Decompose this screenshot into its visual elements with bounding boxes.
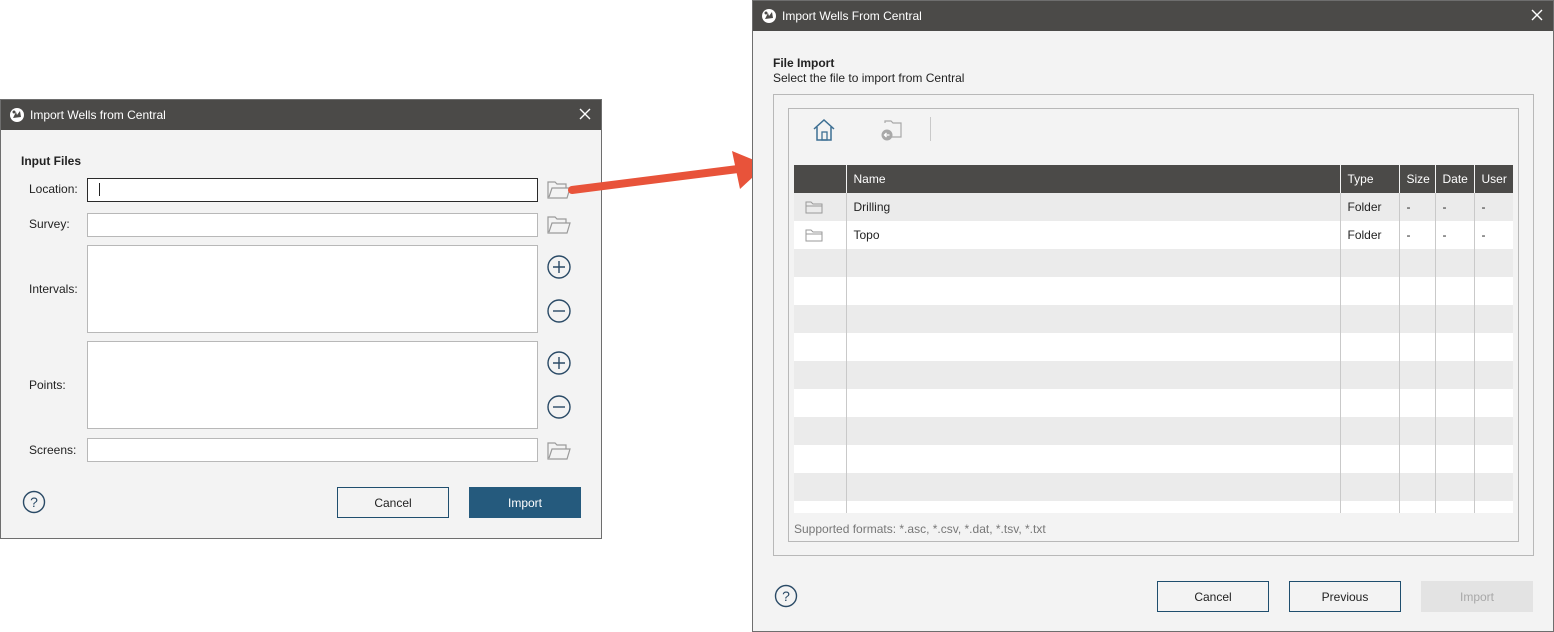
home-icon[interactable] — [811, 117, 837, 143]
survey-label: Survey: — [29, 217, 70, 231]
location-input[interactable] — [87, 178, 538, 202]
row-size: - — [1398, 193, 1435, 221]
empty-row — [794, 417, 1513, 445]
table-row[interactable]: Drilling Folder - - - — [794, 193, 1513, 221]
empty-row — [794, 501, 1513, 513]
section-subtitle: Select the file to import from Central — [773, 71, 965, 85]
file-table: Name Type Size Date User Drilling Folder… — [794, 165, 1513, 513]
empty-row — [794, 333, 1513, 361]
points-list[interactable] — [87, 341, 538, 429]
location-label: Location: — [29, 182, 78, 196]
file-browser-panel: Name Type Size Date User Drilling Folder… — [773, 94, 1534, 556]
row-name: Drilling — [845, 193, 1340, 221]
column-header-user[interactable]: User — [1473, 165, 1513, 193]
app-logo-icon — [9, 107, 25, 123]
table-header: Name Type Size Date User — [794, 165, 1513, 193]
dialog-title: Import Wells from Central — [30, 108, 166, 122]
row-user: - — [1473, 221, 1513, 249]
close-icon[interactable] — [1529, 7, 1545, 23]
app-logo-icon — [761, 8, 777, 24]
add-points-icon[interactable] — [546, 350, 572, 376]
row-name: Topo — [845, 221, 1340, 249]
close-icon[interactable] — [577, 106, 593, 122]
import-wells-dialog-left: Import Wells from Central Input Files Lo… — [0, 99, 602, 539]
points-label: Points: — [29, 378, 66, 392]
row-date: - — [1434, 221, 1474, 249]
remove-intervals-icon[interactable] — [546, 298, 572, 324]
empty-row — [794, 277, 1513, 305]
survey-input[interactable] — [87, 213, 538, 237]
title-bar: Import Wells from Central — [1, 100, 601, 130]
browse-folder-icon[interactable] — [546, 441, 572, 461]
supported-formats-text: Supported formats: *.asc, *.csv, *.dat, … — [794, 522, 1046, 536]
file-browser: Name Type Size Date User Drilling Folder… — [788, 108, 1519, 542]
section-title: File Import — [773, 56, 835, 70]
table-row[interactable]: Topo Folder - - - — [794, 221, 1513, 249]
cancel-button[interactable]: Cancel — [337, 487, 449, 518]
icon-column-header — [794, 165, 846, 193]
empty-row — [794, 249, 1513, 277]
section-title: Input Files — [21, 154, 81, 168]
import-button[interactable]: Import — [469, 487, 581, 518]
help-icon[interactable] — [22, 490, 46, 514]
empty-row — [794, 305, 1513, 333]
screens-input[interactable] — [87, 438, 538, 462]
folder-icon — [805, 228, 823, 242]
intervals-label: Intervals: — [29, 282, 78, 296]
column-header-name[interactable]: Name — [845, 165, 1340, 193]
remove-points-icon[interactable] — [546, 394, 572, 420]
import-wells-dialog-right: Import Wells From Central File Import Se… — [752, 0, 1554, 632]
browse-folder-icon[interactable] — [546, 215, 572, 235]
empty-row — [794, 473, 1513, 501]
help-icon[interactable] — [774, 584, 798, 608]
add-intervals-icon[interactable] — [546, 254, 572, 280]
empty-row — [794, 361, 1513, 389]
row-size: - — [1398, 221, 1435, 249]
cancel-button[interactable]: Cancel — [1157, 581, 1269, 612]
text-caret — [99, 183, 100, 196]
row-type: Folder — [1339, 193, 1399, 221]
row-type: Folder — [1339, 221, 1399, 249]
title-bar: Import Wells From Central — [753, 1, 1553, 31]
row-user: - — [1473, 193, 1513, 221]
empty-row — [794, 389, 1513, 417]
dialog-title: Import Wells From Central — [782, 9, 922, 23]
column-header-date[interactable]: Date — [1434, 165, 1474, 193]
folder-icon — [805, 200, 823, 214]
screens-label: Screens: — [29, 443, 77, 457]
empty-row — [794, 445, 1513, 473]
column-header-type[interactable]: Type — [1339, 165, 1399, 193]
row-date: - — [1434, 193, 1474, 221]
column-header-size[interactable]: Size — [1398, 165, 1435, 193]
intervals-list[interactable] — [87, 245, 538, 333]
import-button[interactable]: Import — [1421, 581, 1533, 612]
previous-button[interactable]: Previous — [1289, 581, 1401, 612]
toolbar-separator — [930, 117, 931, 141]
folder-back-icon[interactable] — [879, 117, 905, 143]
pointer-arrow — [568, 151, 766, 194]
